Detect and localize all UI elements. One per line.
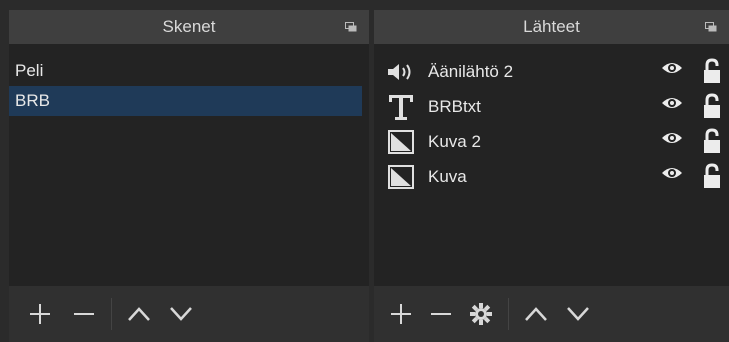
move-source-up-button[interactable] [517, 295, 555, 333]
unlocked-icon[interactable] [703, 128, 721, 154]
unlocked-icon[interactable] [703, 163, 721, 189]
image-icon [382, 162, 420, 192]
scene-item-brb[interactable]: BRB [9, 86, 362, 116]
add-source-button[interactable] [382, 295, 420, 333]
source-label: Kuva [428, 166, 467, 186]
eye-icon[interactable] [661, 95, 683, 111]
scene-label: Peli [15, 61, 44, 80]
scenes-panel: Skenet Peli BRB [9, 10, 369, 342]
source-label: Kuva 2 [428, 131, 481, 151]
scenes-titlebar[interactable]: Skenet [9, 10, 369, 44]
undock-icon[interactable] [345, 22, 357, 32]
move-source-down-button[interactable] [559, 295, 597, 333]
eye-icon[interactable] [661, 130, 683, 146]
move-scene-up-button[interactable] [120, 295, 158, 333]
text-icon [382, 92, 420, 122]
toolbar-divider [508, 298, 509, 330]
scenes-title: Skenet [162, 17, 216, 36]
move-up-icon [128, 307, 150, 321]
source-item-image-2[interactable]: Kuva 2 [374, 124, 729, 159]
eye-icon[interactable] [661, 60, 683, 76]
add-icon [391, 304, 411, 324]
settings-icon [470, 303, 492, 325]
add-scene-button[interactable] [21, 295, 59, 333]
add-icon [30, 304, 50, 324]
unlocked-icon[interactable] [703, 58, 721, 84]
toolbar-divider [111, 298, 112, 330]
move-up-icon [525, 307, 547, 321]
unlocked-icon[interactable] [703, 93, 721, 119]
source-properties-button[interactable] [462, 295, 500, 333]
sources-titlebar[interactable]: Lähteet [374, 10, 729, 44]
source-item-audio[interactable]: Äänilähtö 2 [374, 54, 729, 89]
undock-icon[interactable] [705, 22, 717, 32]
scenes-toolbar [9, 286, 369, 342]
remove-icon [431, 313, 451, 315]
sources-list: Äänilähtö 2 BRBtxt Kuva 2 Kuva [374, 54, 729, 284]
remove-source-button[interactable] [422, 295, 460, 333]
eye-icon[interactable] [661, 165, 683, 181]
move-down-icon [170, 307, 192, 321]
scene-item-peli[interactable]: Peli [9, 56, 369, 86]
sources-panel: Lähteet Äänilähtö 2 BRBtxt Kuva 2 Kuva [374, 10, 729, 342]
speaker-icon [382, 57, 420, 87]
move-scene-down-button[interactable] [162, 295, 200, 333]
source-item-image[interactable]: Kuva [374, 159, 729, 194]
scenes-list: Peli BRB [9, 56, 369, 286]
remove-icon [74, 313, 94, 315]
remove-scene-button[interactable] [65, 295, 103, 333]
source-item-text[interactable]: BRBtxt [374, 89, 729, 124]
source-label: Äänilähtö 2 [428, 61, 514, 81]
move-down-icon [567, 307, 589, 321]
sources-toolbar [374, 286, 729, 342]
scene-label: BRB [15, 91, 50, 110]
sources-title: Lähteet [523, 17, 580, 36]
source-label: BRBtxt [428, 96, 481, 116]
image-icon [382, 127, 420, 157]
